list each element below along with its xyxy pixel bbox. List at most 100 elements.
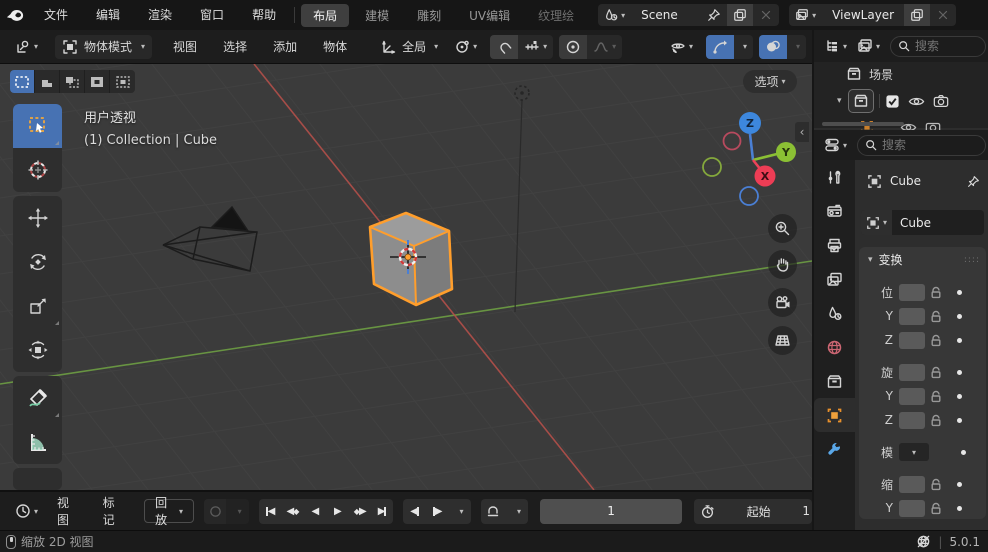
current-frame-field[interactable]: 1 (540, 498, 682, 524)
object-name-input[interactable]: Cube (892, 210, 984, 235)
frame-step-options[interactable]: ▾ (448, 499, 470, 524)
tool-rotate[interactable] (13, 240, 62, 284)
viewlayer-new-button[interactable] (904, 4, 931, 26)
play-button[interactable]: ▶ (326, 499, 348, 524)
gizmo-axis-neg-x[interactable] (722, 131, 742, 151)
transform-orientation-selector[interactable]: 全局 ▾ (374, 35, 445, 59)
workspace-tab-texture-paint[interactable]: 纹理绘 (526, 4, 586, 27)
properties-search-input[interactable] (882, 138, 978, 152)
loop-options[interactable]: ▾ (506, 499, 528, 524)
animate-dot[interactable] (957, 481, 962, 487)
tool-scale[interactable] (13, 284, 62, 328)
pivot-point-selector[interactable]: ▾ (447, 35, 484, 59)
overlays-options-selector[interactable]: ▾ (787, 35, 806, 59)
select-mode-subtract[interactable] (60, 70, 85, 93)
keying-set-selector[interactable]: ▾ (226, 499, 248, 524)
scene-new-button[interactable] (727, 4, 754, 26)
gizmo-options-selector[interactable]: ▾ (734, 35, 753, 59)
show-gizmo-button[interactable] (705, 34, 734, 59)
rotation-mode-dropdown[interactable]: ▾ (899, 443, 929, 461)
scene-delete-button[interactable] (753, 4, 779, 26)
gizmo-axis-y[interactable]: Y (776, 142, 796, 162)
mode-selector[interactable]: 物体模式 ▾ (55, 34, 153, 59)
lock-icon[interactable] (927, 334, 945, 347)
snap-toggle-button[interactable] (490, 34, 519, 59)
gizmo-axis-neg-y[interactable] (702, 157, 722, 177)
menu-help[interactable]: 帮助 (238, 0, 290, 30)
proportional-falloff-selector[interactable]: ▾ (587, 35, 622, 59)
viewport-3d[interactable]: 用户透视 (1) Collection | Cube 选项 ▾ ‹ Z Y X (0, 64, 812, 490)
outliner-display-mode-button[interactable]: ▾ (853, 34, 884, 58)
navigation-gizmo[interactable]: Z Y X (698, 108, 808, 218)
frame-start-field[interactable]: 起始 1 (694, 498, 812, 524)
scale-x-field[interactable] (899, 475, 925, 493)
workspace-tab-layout[interactable]: 布局 (301, 3, 350, 27)
tab-world[interactable] (814, 330, 855, 364)
tool-transform[interactable] (13, 328, 62, 372)
lock-icon[interactable] (927, 478, 945, 491)
object-browse-button[interactable]: ▾ (861, 210, 893, 235)
outliner-scrollbar[interactable] (822, 122, 904, 126)
menu-edit[interactable]: 编辑 (82, 0, 134, 30)
visibility-selector[interactable]: ▾ (663, 35, 700, 59)
tab-scene[interactable] (814, 296, 855, 330)
lock-icon[interactable] (927, 286, 945, 299)
pin-icon[interactable] (967, 175, 980, 188)
rotation-z-field[interactable] (899, 411, 925, 429)
lock-icon[interactable] (927, 414, 945, 427)
lock-icon[interactable] (927, 390, 945, 403)
tab-collection[interactable] (814, 364, 855, 398)
gizmo-axis-x[interactable]: X (754, 165, 776, 187)
outliner-editor-type-button[interactable]: ▾ (820, 34, 851, 58)
blender-logo-icon[interactable] (0, 8, 30, 22)
scale-y-field[interactable] (899, 499, 925, 517)
viewlayer-browse-button[interactable]: ▾ (789, 4, 822, 26)
viewlayer-delete-button[interactable] (930, 4, 956, 26)
gizmo-axis-z[interactable]: Z (739, 112, 761, 134)
scene-pin-button[interactable] (701, 4, 727, 26)
transform-panel-header[interactable]: ▾ 变换 :::: (859, 247, 986, 272)
tab-render[interactable] (814, 194, 855, 228)
location-x-field[interactable] (899, 283, 925, 301)
collection-checkbox[interactable] (885, 94, 900, 109)
next-frame-button[interactable]: ▶ (426, 499, 448, 524)
animate-dot[interactable] (957, 337, 962, 343)
menu-view[interactable]: 视图 (160, 38, 210, 55)
play-reverse-button[interactable]: ◀ (304, 499, 326, 524)
breadcrumb-object-name[interactable]: Cube (890, 174, 921, 188)
animate-dot[interactable] (957, 417, 962, 423)
animate-dot[interactable] (957, 289, 962, 295)
jump-to-start-button[interactable]: ◀ (259, 499, 281, 524)
select-mode-invert[interactable] (85, 70, 110, 93)
playback-popover-button[interactable]: 回放 ▾ (144, 496, 194, 527)
animate-dot[interactable] (957, 505, 962, 511)
menu-object[interactable]: 物体 (310, 38, 360, 55)
rotation-y-field[interactable] (899, 387, 925, 405)
zoom-button[interactable] (768, 214, 797, 243)
scene-browse-button[interactable]: ▾ (598, 4, 631, 26)
autokey-toggle-button[interactable] (203, 498, 227, 524)
pan-button[interactable] (768, 250, 797, 279)
tab-viewlayer[interactable] (814, 262, 855, 296)
prev-frame-button[interactable]: ◀ (403, 499, 425, 524)
animate-dot[interactable] (957, 313, 962, 319)
outliner-collection-row[interactable]: ▾ (814, 86, 988, 116)
tool-measure[interactable] (13, 420, 62, 464)
proportional-edit-button[interactable] (559, 34, 588, 59)
viewlayer-name[interactable]: ViewLayer (822, 8, 904, 22)
lock-icon[interactable] (927, 366, 945, 379)
lock-icon[interactable] (927, 502, 945, 515)
menu-add[interactable]: 添加 (260, 38, 310, 55)
tool-annotate[interactable] (13, 376, 62, 420)
select-mode-extend[interactable] (35, 70, 60, 93)
panel-collapse-icon[interactable]: ▾ (868, 255, 873, 265)
tab-tool[interactable] (814, 160, 855, 194)
animate-dot[interactable] (957, 393, 962, 399)
menu-window[interactable]: 窗口 (186, 0, 238, 30)
tool-select-box[interactable] (13, 104, 62, 148)
next-keyframe-button[interactable]: ◆ ▶ (349, 499, 371, 524)
tab-output[interactable] (814, 228, 855, 262)
select-mode-intersect[interactable] (110, 70, 135, 93)
menu-render[interactable]: 渲染 (134, 0, 186, 30)
animate-dot[interactable] (957, 369, 962, 375)
